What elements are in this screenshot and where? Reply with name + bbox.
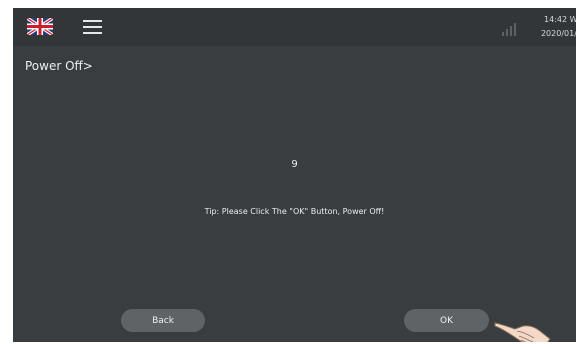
uk-flag-icon[interactable] <box>27 18 53 35</box>
clock-time: 14:42 We <box>544 15 576 24</box>
back-button-label: Back <box>152 315 174 326</box>
back-button[interactable]: Back <box>121 309 205 332</box>
ok-button-label: OK <box>440 315 453 326</box>
pointing-hand-icon <box>494 322 551 342</box>
tip-message: Tip: Please Click The "OK" Button, Power… <box>204 207 385 216</box>
clock-date: 2020/01/1 <box>540 29 576 38</box>
hamburger-menu-icon[interactable] <box>83 20 102 34</box>
page-title: Power Off> <box>25 59 93 73</box>
ok-button[interactable]: OK <box>404 309 489 332</box>
status-bar: 14:42 We 2020/01/1 <box>13 8 576 46</box>
device-screen: 14:42 We 2020/01/1 Power Off> 9 Tip: Ple… <box>13 8 576 342</box>
countdown-value: 9 <box>291 159 298 170</box>
signal-strength-icon <box>502 22 516 36</box>
